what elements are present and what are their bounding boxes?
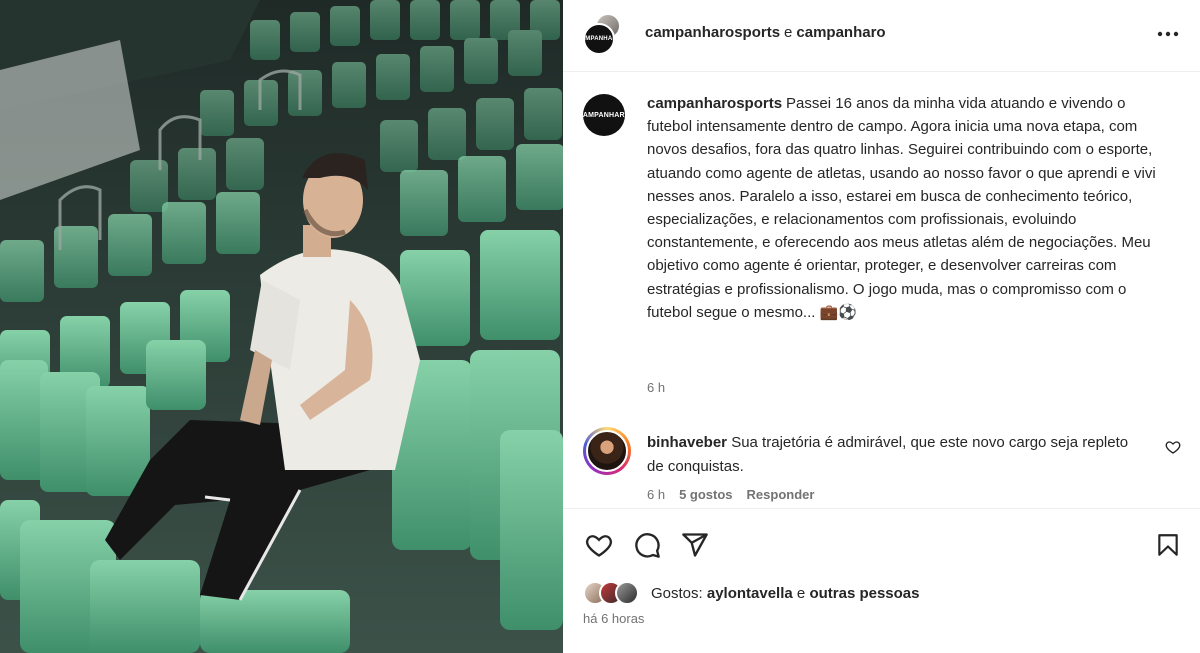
- more-horizontal-icon: [1157, 31, 1179, 37]
- commenter-avatar: [586, 430, 628, 472]
- post-timestamp[interactable]: há 6 horas: [583, 611, 644, 626]
- post-header: CAMPANHARO campanharosportsecampanharo: [563, 0, 1200, 72]
- brand-logo: CAMPANHARO: [585, 36, 613, 42]
- likes-connector: e: [796, 584, 806, 602]
- likes-summary: Gostos: aylontavella e outras pessoas: [583, 581, 919, 605]
- action-buttons: [583, 529, 711, 561]
- share-button[interactable]: [679, 529, 711, 561]
- author-username[interactable]: campanharosports: [645, 24, 780, 41]
- likers-avatars[interactable]: [583, 581, 643, 605]
- coauthor-avatars[interactable]: CAMPANHARO: [583, 13, 623, 57]
- comment-meta: 6 h 5 gostos Responder: [647, 487, 814, 502]
- liker-username[interactable]: aylontavella: [707, 585, 793, 602]
- reply-button[interactable]: Responder: [747, 487, 815, 502]
- author-avatar[interactable]: CAMPANHARO: [583, 23, 615, 55]
- more-options-button[interactable]: [1156, 22, 1180, 46]
- comment-likes-count[interactable]: 5 gostos: [679, 487, 732, 502]
- caption-text: campanharosports Passei 16 anos da minha …: [647, 92, 1157, 324]
- comment-icon: [635, 533, 660, 558]
- other-likers-link[interactable]: outras pessoas: [809, 585, 919, 602]
- comment-text: binhaveber Sua trajetória é admirável, q…: [647, 431, 1147, 479]
- send-icon: [682, 533, 708, 557]
- post-details-panel: CAMPANHARO campanharosportsecampanharo C…: [563, 0, 1200, 653]
- authors-conjunction: e: [784, 24, 793, 41]
- caption-username[interactable]: campanharosports: [647, 95, 782, 112]
- heart-icon: [1165, 441, 1181, 454]
- comment-like-button[interactable]: [1165, 439, 1183, 457]
- save-button[interactable]: [1152, 529, 1184, 561]
- caption-timestamp[interactable]: 6 h: [647, 380, 665, 395]
- like-button[interactable]: [583, 529, 615, 561]
- brand-logo: CAMPANHARO: [577, 111, 631, 119]
- coauthor-username[interactable]: campanharo: [796, 24, 885, 41]
- liker-avatar: [615, 581, 639, 605]
- likes-prefix: Gostos:: [651, 584, 703, 602]
- post-actions: Gostos: aylontavella e outras pessoas há…: [563, 508, 1200, 653]
- comment-button[interactable]: [631, 529, 663, 561]
- bookmark-icon: [1158, 534, 1178, 556]
- post-authors: campanharosports e campanharo: [645, 24, 886, 41]
- commenter-username[interactable]: binhaveber: [647, 434, 727, 451]
- caption-body: Passei 16 anos da minha vida atuando e v…: [647, 95, 1156, 321]
- comment-item: binhaveber Sua trajetória é admirável, q…: [583, 425, 1183, 515]
- caption-avatar[interactable]: CAMPANHARO: [578, 94, 630, 136]
- commenter-story-ring[interactable]: [583, 427, 631, 475]
- comment-timestamp[interactable]: 6 h: [647, 487, 665, 502]
- post-photo[interactable]: [0, 0, 563, 653]
- stadium-photo: [0, 0, 563, 653]
- heart-icon: [586, 535, 612, 557]
